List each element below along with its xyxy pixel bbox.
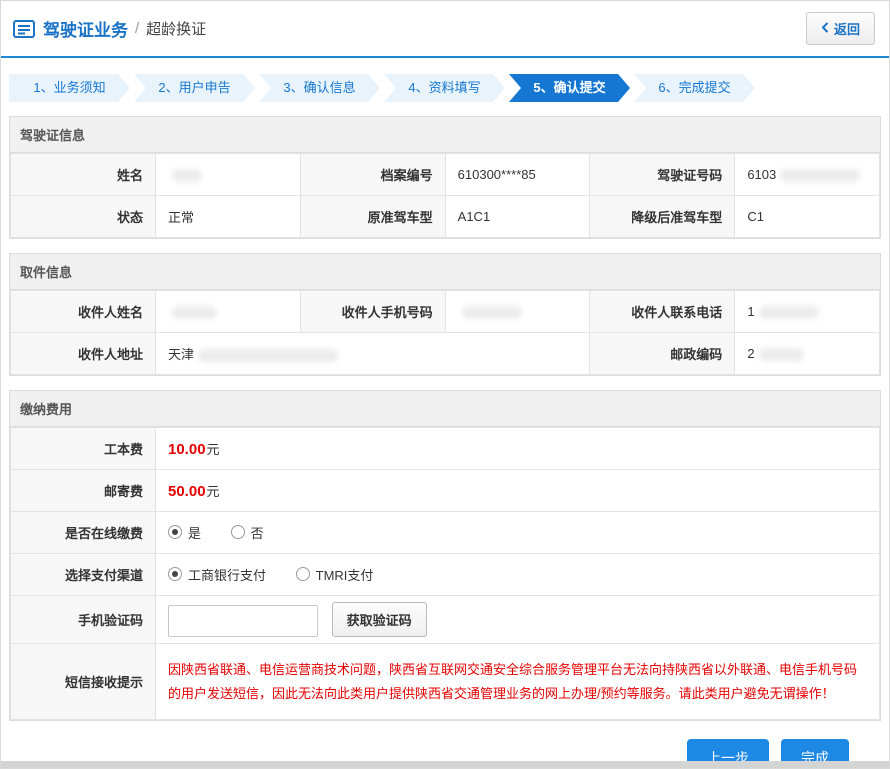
recipient-phone-value: 1 — [735, 291, 880, 333]
table-row: 手机验证码 获取验证码 — [11, 596, 880, 644]
radio-checked-icon — [168, 525, 182, 539]
header: 驾驶证业务 / 超龄换证 返回 — [1, 1, 889, 56]
redacted-blur — [759, 306, 819, 319]
license-no-label: 驾驶证号码 — [590, 154, 735, 196]
radio-label: 否 — [251, 523, 264, 542]
back-button-label: 返回 — [834, 19, 860, 38]
fee1-value: 10.00元 — [156, 428, 880, 470]
radio-option-tmri[interactable]: TMRI支付 — [296, 565, 374, 584]
orig-class-label: 原准驾车型 — [300, 196, 445, 238]
recipient-name-label: 收件人姓名 — [11, 291, 156, 333]
sms-code-label: 手机验证码 — [11, 596, 156, 644]
step-5-confirm-submit[interactable]: 5、确认提交 — [509, 74, 630, 102]
license-info-title: 驾驶证信息 — [10, 117, 880, 153]
address-label: 收件人地址 — [11, 333, 156, 375]
redacted-blur — [198, 349, 338, 362]
table-row: 选择支付渠道 工商银行支付 TMRI支付 — [11, 554, 880, 596]
page-title: 驾驶证业务 — [43, 16, 128, 41]
status-value: 正常 — [156, 196, 301, 238]
new-class-value: C1 — [735, 196, 880, 238]
postcode-value: 2 — [735, 333, 880, 375]
postcode-label: 邮政编码 — [590, 333, 735, 375]
license-no-value: 6103 — [735, 154, 880, 196]
fee1-label: 工本费 — [11, 428, 156, 470]
payment-title: 缴纳费用 — [10, 391, 880, 427]
radio-unchecked-icon — [231, 525, 245, 539]
table-row: 姓名 档案编号 610300****85 驾驶证号码 6103 — [11, 154, 880, 196]
header-divider — [1, 56, 889, 58]
fee2-amount: 50.00 — [168, 483, 206, 500]
online-pay-options: 是 否 — [156, 512, 880, 554]
redacted-blur — [172, 169, 202, 182]
table-row: 收件人地址 天津 邮政编码 2 — [11, 333, 880, 375]
step-3-confirm-info[interactable]: 3、确认信息 — [259, 74, 380, 102]
channel-label: 选择支付渠道 — [11, 554, 156, 596]
recipient-name-value — [156, 291, 301, 333]
step-4-fill-material[interactable]: 4、资料填写 — [384, 74, 505, 102]
table-row: 短信接收提示 因陕西省联通、电信运营商技术问题，陕西省互联网交通安全综合服务管理… — [11, 644, 880, 720]
table-row: 工本费 10.00元 — [11, 428, 880, 470]
table-row: 是否在线缴费 是 否 — [11, 512, 880, 554]
radio-option-pay-yes[interactable]: 是 — [168, 523, 201, 542]
redacted-blur — [462, 306, 522, 319]
name-label: 姓名 — [11, 154, 156, 196]
fee1-amount: 10.00 — [168, 441, 206, 458]
pickup-info-section: 取件信息 收件人姓名 收件人手机号码 收件人联系电话 1 收件人地址 天津 邮政… — [9, 253, 881, 376]
radio-option-icbc[interactable]: 工商银行支付 — [168, 565, 266, 584]
step-1-business-notice[interactable]: 1、业务须知 — [9, 74, 130, 102]
status-label: 状态 — [11, 196, 156, 238]
page: 驾驶证业务 / 超龄换证 返回 1、业务须知 2、用户申告 3、确认信息 4、资… — [0, 0, 890, 769]
redacted-blur — [780, 169, 860, 182]
step-6-complete-submit[interactable]: 6、完成提交 — [634, 74, 755, 102]
recipient-mobile-label: 收件人手机号码 — [300, 291, 445, 333]
name-value — [156, 154, 301, 196]
breadcrumb-current: 超龄换证 — [146, 18, 206, 39]
new-class-label: 降级后准驾车型 — [590, 196, 735, 238]
redacted-blur — [172, 306, 217, 319]
radio-label: TMRI支付 — [316, 565, 374, 584]
sms-code-input[interactable] — [168, 605, 318, 637]
back-button[interactable]: 返回 — [806, 12, 875, 45]
sms-notice-text: 因陕西省联通、电信运营商技术问题，陕西省互联网交通安全综合服务管理平台无法向持陕… — [168, 662, 857, 700]
radio-unchecked-icon — [296, 567, 310, 581]
fee2-value: 50.00元 — [156, 470, 880, 512]
payment-table: 工本费 10.00元 邮寄费 50.00元 是否在线缴费 是 — [10, 427, 880, 720]
table-row: 收件人姓名 收件人手机号码 收件人联系电话 1 — [11, 291, 880, 333]
orig-class-value: A1C1 — [445, 196, 590, 238]
license-business-icon — [13, 20, 35, 38]
sms-code-cell: 获取验证码 — [156, 596, 880, 644]
recipient-mobile-value — [445, 291, 590, 333]
address-value: 天津 — [156, 333, 590, 375]
step-nav: 1、业务须知 2、用户申告 3、确认信息 4、资料填写 5、确认提交 6、完成提… — [9, 74, 881, 102]
redacted-blur — [759, 348, 804, 361]
file-no-label: 档案编号 — [300, 154, 445, 196]
radio-label: 是 — [188, 523, 201, 542]
back-chevron-icon — [821, 21, 829, 36]
pickup-info-table: 收件人姓名 收件人手机号码 收件人联系电话 1 收件人地址 天津 邮政编码 2 — [10, 290, 880, 375]
fee2-label: 邮寄费 — [11, 470, 156, 512]
radio-option-pay-no[interactable]: 否 — [231, 523, 264, 542]
license-info-section: 驾驶证信息 姓名 档案编号 610300****85 驾驶证号码 6103 状态… — [9, 116, 881, 239]
breadcrumb-separator: / — [135, 20, 139, 37]
file-no-value: 610300****85 — [445, 154, 590, 196]
radio-checked-icon — [168, 567, 182, 581]
channel-options: 工商银行支付 TMRI支付 — [156, 554, 880, 596]
table-row: 邮寄费 50.00元 — [11, 470, 880, 512]
horizontal-scrollbar[interactable] — [1, 761, 889, 768]
table-row: 状态 正常 原准驾车型 A1C1 降级后准驾车型 C1 — [11, 196, 880, 238]
online-pay-label: 是否在线缴费 — [11, 512, 156, 554]
fee1-unit: 元 — [207, 442, 220, 457]
payment-section: 缴纳费用 工本费 10.00元 邮寄费 50.00元 是否在线缴费 — [9, 390, 881, 721]
radio-label: 工商银行支付 — [188, 565, 266, 584]
recipient-phone-label: 收件人联系电话 — [590, 291, 735, 333]
license-info-table: 姓名 档案编号 610300****85 驾驶证号码 6103 状态 正常 原准… — [10, 153, 880, 238]
get-code-button[interactable]: 获取验证码 — [332, 602, 427, 637]
step-2-user-declaration[interactable]: 2、用户申告 — [134, 74, 255, 102]
sms-notice-label: 短信接收提示 — [11, 644, 156, 720]
fee2-unit: 元 — [207, 484, 220, 499]
sms-notice-cell: 因陕西省联通、电信运营商技术问题，陕西省互联网交通安全综合服务管理平台无法向持陕… — [156, 644, 880, 720]
pickup-info-title: 取件信息 — [10, 254, 880, 290]
